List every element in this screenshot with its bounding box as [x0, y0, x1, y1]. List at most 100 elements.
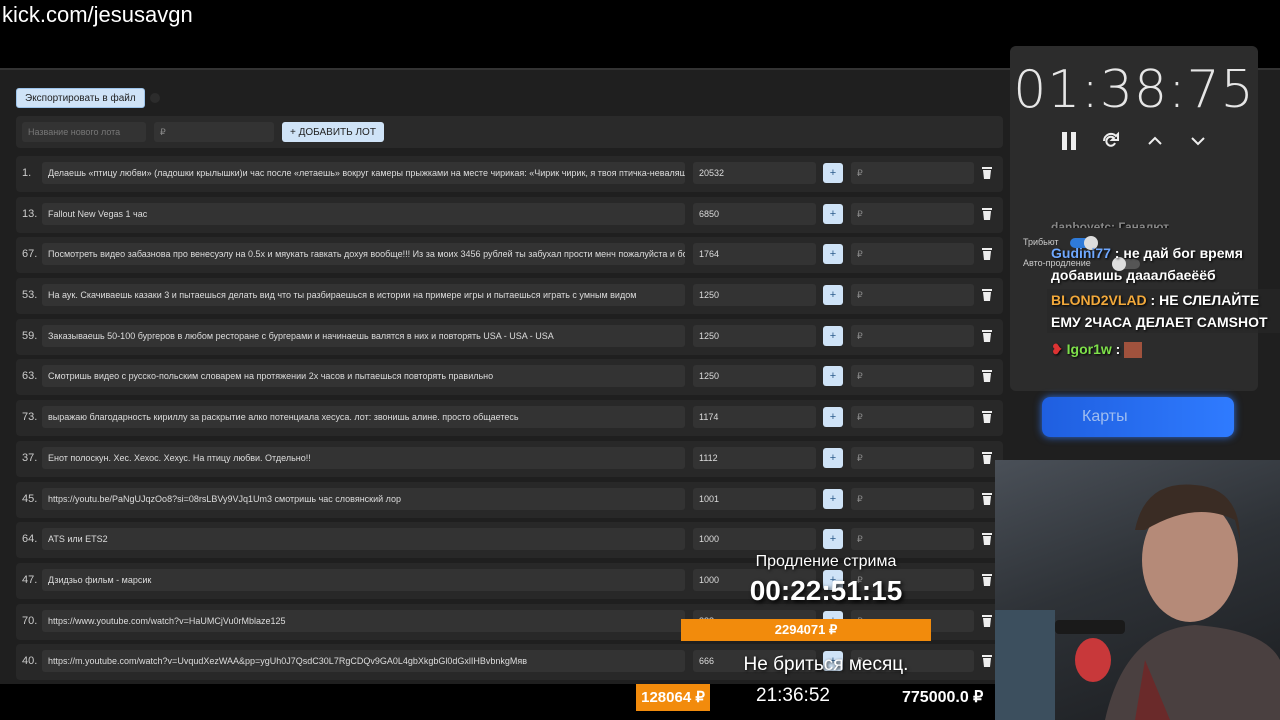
- bottom-amount: 128064 ₽: [636, 684, 710, 711]
- streamer-silhouette: [995, 484, 1280, 720]
- new-lot-price-input[interactable]: ₽: [154, 122, 274, 142]
- lot-add-button[interactable]: +: [823, 407, 843, 428]
- add-lot-button[interactable]: + ДОБАВИТЬ ЛОТ: [282, 122, 384, 142]
- lot-name-input[interactable]: Дзидзьо фильм - марсик: [42, 568, 685, 591]
- chevron-down-icon[interactable]: [1187, 130, 1209, 152]
- extension-timer: 00:22:51:15: [749, 575, 903, 606]
- goal-bar: 2294071 ₽: [681, 619, 931, 641]
- lot-add-button[interactable]: +: [823, 163, 843, 183]
- lot-amount-input[interactable]: 1250: [693, 365, 816, 388]
- lot-name-input[interactable]: выражаю благодарность кириллу за раскрыт…: [42, 406, 685, 429]
- lot-amount-input[interactable]: 20532: [693, 162, 816, 184]
- trash-icon[interactable]: [980, 166, 994, 180]
- new-lot-name-input[interactable]: Название нового лота: [22, 122, 146, 142]
- cards-button[interactable]: Карты: [1042, 397, 1234, 437]
- lot-number: 70.: [22, 614, 38, 627]
- lot-number: 1.: [22, 167, 32, 179]
- trash-icon[interactable]: [980, 654, 994, 668]
- lot-name-input[interactable]: Fallout New Vegas 1 час: [42, 202, 685, 225]
- lot-number: 73.: [22, 411, 38, 424]
- subtitle-text: Не бриться месяц.: [743, 654, 909, 675]
- lot-amount-input[interactable]: 6850: [693, 202, 816, 225]
- chevron-up-icon[interactable]: [1144, 130, 1166, 152]
- lot-add-amount-input[interactable]: ₽: [851, 487, 974, 510]
- lot-number: 40.: [22, 655, 38, 668]
- lot-name-input[interactable]: https://youtu.be/PaNgUJqzOo8?si=08rsLBVy…: [42, 487, 685, 510]
- lot-row: 73. выражаю благодарность кириллу за раск…: [16, 400, 1003, 437]
- status-dot-icon: [150, 93, 160, 103]
- lot-add-button[interactable]: +: [823, 325, 843, 346]
- chat-username: BLOND2VLAD: [1051, 292, 1147, 308]
- lot-number: 45.: [22, 492, 38, 505]
- trash-icon[interactable]: [980, 410, 994, 424]
- lot-name-input[interactable]: На аук. Скачиваешь казаки 3 и пытаешься …: [42, 284, 685, 307]
- lot-name-input[interactable]: Енот полоскун. Хес. Хехос. Хехус. На пти…: [42, 446, 685, 469]
- lot-add-button[interactable]: +: [823, 529, 843, 550]
- lot-number: 13.: [22, 207, 38, 220]
- trash-icon[interactable]: [980, 369, 994, 383]
- lot-amount-input[interactable]: 1000: [693, 528, 816, 551]
- bottom-stats-bar: 128064 ₽ 21:36:52 775000.0 ₽: [636, 684, 995, 711]
- extension-label: Продление стрима: [755, 553, 897, 570]
- chat-overlay: danboyetc: Ганалют Gudini77 : не дай бог…: [1047, 220, 1280, 362]
- lot-amount-input[interactable]: 1112: [693, 446, 816, 469]
- lot-name-input[interactable]: Заказываешь 50-100 бургеров в любом рест…: [42, 324, 685, 347]
- lot-row: 63. Смотришь видео с русско-польским слов…: [16, 359, 1003, 396]
- export-button[interactable]: Экспортировать в файл: [16, 88, 145, 108]
- timer-display: 01:38:75: [1013, 60, 1255, 120]
- lot-add-amount-input[interactable]: ₽: [851, 243, 974, 266]
- trash-icon[interactable]: [980, 329, 994, 343]
- pause-icon[interactable]: [1058, 130, 1080, 152]
- lot-name-input[interactable]: Делаешь «птицу любви» (ладошки крылышки)…: [42, 162, 685, 184]
- lot-row: 59. Заказываешь 50-100 бургеров в любом р…: [16, 318, 1003, 355]
- lot-add-button[interactable]: +: [823, 203, 843, 224]
- lot-number: 53.: [22, 289, 38, 302]
- url-text: kick.com/jesusavgn: [2, 2, 193, 27]
- lot-row: 13. Fallout New Vegas 1 час 6850 + ₽: [16, 196, 1003, 233]
- trash-icon[interactable]: [980, 614, 994, 628]
- lot-number: 67.: [22, 248, 38, 261]
- trash-icon[interactable]: [980, 492, 994, 506]
- lot-amount-input[interactable]: 1001: [693, 487, 816, 510]
- reset-icon[interactable]: [1100, 130, 1122, 152]
- trash-icon[interactable]: [980, 247, 994, 261]
- trash-icon[interactable]: [980, 288, 994, 302]
- lot-name-input[interactable]: Смотришь видео с русско-польским словаре…: [42, 365, 685, 388]
- chat-username: Gudini77: [1051, 245, 1111, 261]
- lot-add-amount-input[interactable]: ₽: [851, 284, 974, 307]
- lot-number: 37.: [22, 451, 38, 464]
- chat-message: ❥ Igor1w :: [1047, 338, 1280, 360]
- chat-partial-line: danboyetc: Ганалют: [1051, 220, 1170, 228]
- lot-add-amount-input[interactable]: ₽: [851, 446, 974, 469]
- badge-icon: ❥: [1051, 341, 1063, 357]
- lot-number: 64.: [22, 533, 38, 546]
- lot-add-amount-input[interactable]: ₽: [851, 406, 974, 429]
- trash-icon[interactable]: [980, 532, 994, 546]
- lot-add-button[interactable]: +: [823, 366, 843, 387]
- lot-name-input[interactable]: https://www.youtube.com/watch?v=HaUMCjVu…: [42, 609, 685, 632]
- chat-message: Gudini77 : не дай бог время добавишь даa…: [1051, 245, 1243, 283]
- lot-add-amount-input[interactable]: ₽: [851, 365, 974, 388]
- lot-add-amount-input[interactable]: ₽: [851, 162, 974, 184]
- trash-icon[interactable]: [980, 207, 994, 221]
- lot-add-button[interactable]: +: [823, 244, 843, 265]
- add-lot-bar: Название нового лота ₽ + ДОБАВИТЬ ЛОТ: [16, 116, 1003, 148]
- lot-row: 67. Посмотреть видео забазнова про венесу…: [16, 237, 1003, 274]
- lot-name-input[interactable]: ATS или ETS2: [42, 528, 685, 551]
- lot-row: 37. Енот полоскун. Хес. Хехос. Хехус. На …: [16, 440, 1003, 477]
- lot-add-amount-input[interactable]: ₽: [851, 202, 974, 225]
- lot-amount-input[interactable]: 1250: [693, 284, 816, 307]
- lot-add-button[interactable]: +: [823, 447, 843, 468]
- lot-name-input[interactable]: https://m.youtube.com/watch?v=UvqudXezWA…: [42, 650, 685, 673]
- lot-add-amount-input[interactable]: ₽: [851, 528, 974, 551]
- lot-add-button[interactable]: +: [823, 488, 843, 509]
- lot-add-button[interactable]: +: [823, 285, 843, 306]
- lot-amount-input[interactable]: 1764: [693, 243, 816, 266]
- lot-amount-input[interactable]: 1250: [693, 324, 816, 347]
- emote-icon: [1124, 342, 1143, 359]
- trash-icon[interactable]: [980, 573, 994, 587]
- lot-name-input[interactable]: Посмотреть видео забазнова про венесуэлу…: [42, 243, 685, 266]
- lot-amount-input[interactable]: 1174: [693, 406, 816, 429]
- lot-add-amount-input[interactable]: ₽: [851, 324, 974, 347]
- trash-icon[interactable]: [980, 451, 994, 465]
